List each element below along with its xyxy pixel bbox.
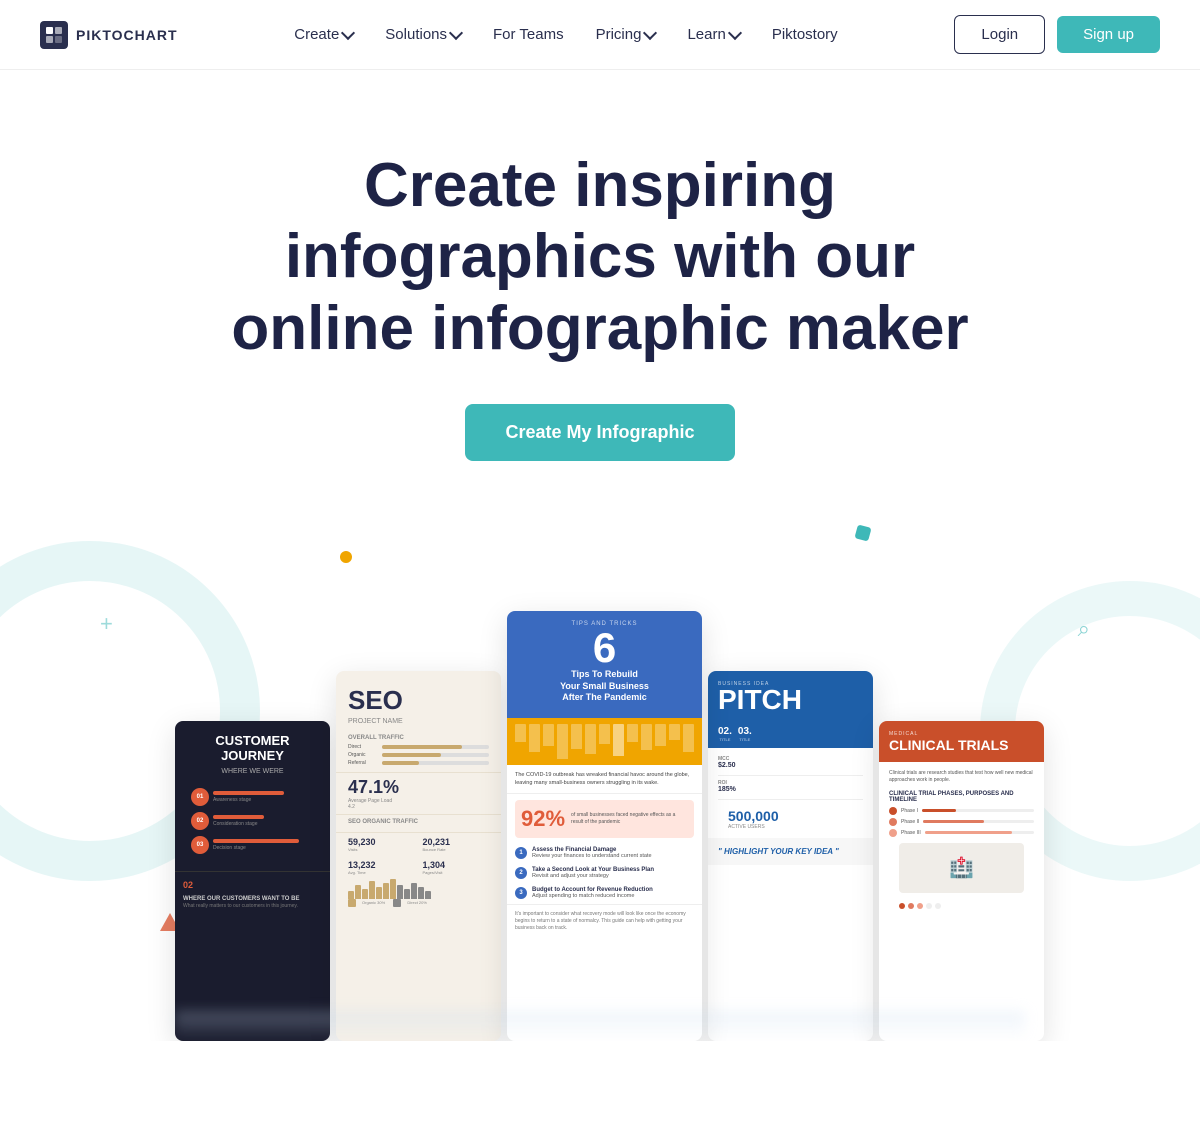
logo-icon bbox=[40, 21, 68, 49]
nav-piktostory[interactable]: Piktostory bbox=[760, 18, 850, 51]
tips-city-graphic bbox=[507, 718, 702, 765]
clinical-intro: Clinical trials are research studies tha… bbox=[889, 770, 1034, 785]
seo-header: SEO PROJECT NAME bbox=[336, 671, 501, 731]
tips-percent-text: of small businesses faced negative effec… bbox=[571, 812, 688, 826]
customer-journey-title: CUSTOMER journey bbox=[175, 721, 330, 768]
customer-journey-card: CUSTOMER journey WHERE WE WERE 01 Awaren… bbox=[175, 721, 330, 1041]
chevron-down-icon bbox=[449, 26, 463, 40]
tips-card: TIPS AND TRICKS 6 Tips To Rebuild Your S… bbox=[507, 611, 702, 1041]
signup-button[interactable]: Sign up bbox=[1057, 16, 1160, 53]
create-infographic-button[interactable]: Create My Infographic bbox=[465, 404, 734, 461]
cj-line-3 bbox=[213, 839, 299, 843]
deco-dot-orange bbox=[340, 551, 352, 563]
tips-step-2: 2 Take a Second Look at Your Business Pl… bbox=[507, 864, 702, 884]
seo-overall-traffic: OVERALL TRAFFIC Direct Organic Referral bbox=[336, 731, 501, 773]
pitch-user-count: 500,000 bbox=[718, 804, 863, 824]
clinical-trials-card: MEDICAL CLINICAL TRIALS Clinical trials … bbox=[879, 721, 1044, 1041]
pitch-body: MCC $2.50 ROI 185% 500,000 ACTIVE USERS bbox=[708, 748, 873, 838]
seo-title: SEO bbox=[348, 685, 489, 716]
seo-project-label: PROJECT NAME bbox=[348, 718, 489, 725]
seo-avg-val: 4.2 bbox=[336, 804, 501, 810]
seo-traffic-row-2: 13,232 Avg. Time 1,304 Pages/Visit bbox=[336, 856, 501, 879]
pitch-header: BUSINESS IDEA PITCH bbox=[708, 671, 873, 720]
tips-title: Tips To Rebuild Your Small Business Afte… bbox=[517, 669, 692, 710]
nav-for-teams[interactable]: For Teams bbox=[481, 18, 576, 51]
cj-line-2 bbox=[213, 815, 264, 819]
navbar: PIKTOCHART Create Solutions For Teams Pr… bbox=[0, 0, 1200, 70]
chevron-down-icon bbox=[643, 26, 657, 40]
cj-dot-1: 01 bbox=[191, 788, 209, 806]
pitch-metrics: 02. TITLE 03. TITLE bbox=[708, 720, 873, 748]
cards-reflection bbox=[175, 1011, 1025, 1041]
seo-organic-section: SEO ORGANIC TRAFFIC bbox=[336, 814, 501, 833]
logo-text: PIKTOCHART bbox=[76, 27, 178, 43]
piktochart-icon bbox=[45, 26, 63, 44]
clinical-phase-3: Phase III bbox=[889, 829, 1034, 837]
tips-header: TIPS AND TRICKS 6 Tips To Rebuild Your S… bbox=[507, 611, 702, 718]
clinical-dot-indicators bbox=[889, 899, 1034, 913]
deco-dot-teal bbox=[854, 524, 871, 541]
pitch-title: PITCH bbox=[718, 687, 863, 712]
login-button[interactable]: Login bbox=[954, 15, 1045, 54]
seo-traffic-row: 59,230 Visits 20,231 Bounce Rate bbox=[336, 833, 501, 856]
cj-dot-2: 02 bbox=[191, 812, 209, 830]
cards-showcase: CUSTOMER journey WHERE WE WERE 01 Awaren… bbox=[175, 611, 1025, 1041]
seo-card: SEO PROJECT NAME OVERALL TRAFFIC Direct … bbox=[336, 671, 501, 1041]
tips-footer: It's important to consider what recovery… bbox=[507, 904, 702, 938]
nav-create[interactable]: Create bbox=[282, 18, 365, 51]
chevron-down-icon bbox=[341, 26, 355, 40]
nav-links: Create Solutions For Teams Pricing Learn… bbox=[282, 18, 849, 51]
tips-step-1: 1 Assess the Financial Damage Review you… bbox=[507, 844, 702, 864]
chevron-down-icon bbox=[728, 26, 742, 40]
hero-title: Create inspiring infographics with our o… bbox=[200, 150, 1000, 364]
clinical-image: 🏥 bbox=[899, 843, 1024, 893]
seo-big-number: 47.1% bbox=[336, 773, 501, 798]
nav-learn[interactable]: Learn bbox=[675, 18, 751, 51]
clinical-body: Clinical trials are research studies tha… bbox=[879, 762, 1044, 921]
pitch-quote: " HIGHLIGHT YOUR KEY IDEA " bbox=[708, 838, 873, 865]
logo[interactable]: PIKTOCHART bbox=[40, 21, 178, 49]
deco-search-icon: ⌕ bbox=[1078, 616, 1090, 642]
business-pitch-card: BUSINESS IDEA PITCH 02. TITLE 03. TITLE … bbox=[708, 671, 873, 1041]
cj-line-1 bbox=[213, 791, 284, 795]
seo-mini-chart bbox=[336, 879, 501, 899]
customer-journey-subtitle: WHERE WE WERE bbox=[175, 768, 330, 775]
clinical-header: MEDICAL CLINICAL TRIALS bbox=[879, 721, 1044, 762]
tips-step-3: 3 Budget to Account for Revenue Reductio… bbox=[507, 884, 702, 904]
tips-highlight: 92% of small businesses faced negative e… bbox=[515, 800, 694, 838]
deco-plus-icon: + bbox=[100, 611, 113, 637]
tips-percent: 92% bbox=[521, 806, 565, 832]
clinical-title: CLINICAL TRIALS bbox=[889, 737, 1034, 754]
clinical-phase-1: Phase I bbox=[889, 807, 1034, 815]
pitch-active-users: ACTIVE USERS bbox=[718, 824, 863, 830]
nav-pricing[interactable]: Pricing bbox=[584, 18, 668, 51]
cj-dot-3: 03 bbox=[191, 836, 209, 854]
clinical-phase-2: Phase II bbox=[889, 818, 1034, 826]
tips-number: 6 bbox=[517, 627, 692, 669]
showcase-area: + ⌕ CUSTOMER journey WHERE WE WERE 01 Aw… bbox=[0, 521, 1200, 1041]
hero-section: Create inspiring infographics with our o… bbox=[0, 70, 1200, 481]
clinical-section-title: CLINICAL TRIAL PHASES, PURPOSES AND TIME… bbox=[889, 791, 1034, 803]
nav-actions: Login Sign up bbox=[954, 15, 1160, 54]
nav-solutions[interactable]: Solutions bbox=[373, 18, 473, 51]
tips-intro: The COVID-19 outbreak has wreaked financ… bbox=[507, 765, 702, 795]
